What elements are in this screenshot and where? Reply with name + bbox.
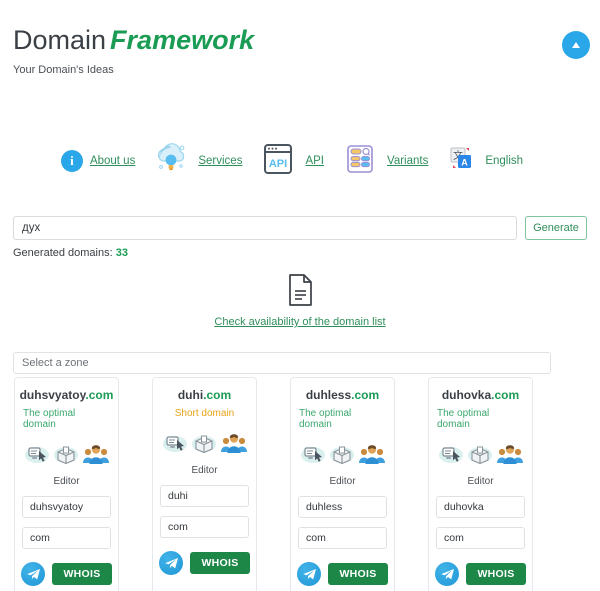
arrow-up-icon — [572, 42, 580, 48]
domain-card[interactable]: duhi.com Short domain Editor duhi com WH… — [152, 377, 257, 591]
domain-card-icons — [24, 443, 110, 470]
domain-name-input[interactable] — [436, 496, 525, 518]
api-browser-icon: API — [258, 139, 298, 184]
people-group-icon — [358, 443, 386, 470]
domain-zone-input[interactable] — [298, 527, 387, 549]
package-box-icon — [467, 443, 493, 470]
editor-label: Editor — [191, 465, 218, 476]
scroll-to-top-button[interactable] — [562, 31, 590, 59]
domain-name: duhovka.com — [442, 388, 519, 402]
domain-name: duhsvyatoy.com — [20, 388, 114, 402]
nav-label-language[interactable]: English — [485, 155, 523, 167]
domain-note: The optimal domain — [23, 408, 76, 430]
domain-card-list: duhsvyatoy.com The optimal domain Editor — [14, 377, 586, 591]
generated-count-value: 33 — [115, 247, 128, 259]
nav-label-about[interactable]: About us — [90, 155, 135, 167]
domain-card[interactable]: duhovka.com The optimal domain Editor du… — [428, 377, 533, 591]
domain-name-input[interactable] — [160, 485, 249, 507]
document-lines-icon — [284, 272, 316, 313]
whois-button[interactable]: WHOIS — [328, 563, 388, 585]
whois-button[interactable]: WHOIS — [52, 563, 112, 585]
check-availability-block: Check availability of the domain list — [0, 272, 600, 328]
domain-note: Short domain — [174, 408, 235, 419]
search-row: Generate — [13, 216, 587, 240]
search-input[interactable] — [13, 216, 517, 240]
domain-name-input[interactable] — [22, 496, 111, 518]
editor-label: Editor — [467, 476, 494, 487]
domain-name-text: duhless — [305, 388, 352, 402]
domain-tld: .com — [351, 388, 380, 402]
domain-name-text: duhovka — [441, 388, 492, 402]
domain-card-actions: WHOIS — [21, 562, 112, 586]
nav-item-about[interactable]: i About us — [60, 136, 151, 186]
domain-name: duhless.com — [306, 388, 379, 402]
domain-name: duhi.com — [178, 388, 231, 402]
nav-item-language[interactable]: 文 A English — [444, 136, 539, 186]
svg-text:A: A — [462, 157, 469, 167]
info-circle-icon: i — [60, 150, 83, 172]
domain-name-text: duhsvyatoy — [19, 388, 86, 402]
generate-button[interactable]: Generate — [525, 216, 587, 240]
telegram-icon[interactable] — [21, 562, 46, 586]
package-box-icon — [329, 443, 355, 470]
brand-word-2: Framework — [110, 25, 255, 55]
domain-zone-input[interactable] — [436, 527, 525, 549]
list-search-icon — [340, 139, 380, 184]
click-cursor-icon — [438, 443, 464, 470]
people-group-icon — [220, 432, 248, 459]
domain-card[interactable]: duhsvyatoy.com The optimal domain Editor — [14, 377, 119, 591]
domain-note: The optimal domain — [437, 408, 490, 430]
nav-item-services[interactable]: Services — [151, 136, 258, 186]
click-cursor-icon — [162, 432, 188, 459]
editor-label: Editor — [53, 476, 80, 487]
domain-note: The optimal domain — [299, 408, 352, 430]
zone-select-placeholder: Select a zone — [22, 357, 89, 369]
domain-tld: .com — [85, 388, 114, 402]
domain-card-actions: WHOIS — [435, 562, 526, 586]
domain-card-actions: WHOIS — [159, 551, 250, 575]
page-root: Domain Framework Your Domain's Ideas i Ab… — [0, 0, 600, 591]
people-group-icon — [82, 443, 110, 470]
click-cursor-icon — [300, 443, 326, 470]
nav-label-api[interactable]: API — [305, 155, 324, 167]
generated-count: Generated domains: 33 — [13, 247, 128, 259]
nav-item-variants[interactable]: Variants — [340, 136, 444, 186]
domain-tld: .com — [491, 388, 520, 402]
nav-item-api[interactable]: API API — [258, 136, 340, 186]
telegram-icon[interactable] — [435, 562, 460, 586]
cloud-idea-icon — [151, 139, 191, 184]
domain-card-actions: WHOIS — [297, 562, 388, 586]
domain-card-icons — [162, 432, 248, 459]
check-availability-link[interactable]: Check availability of the domain list — [0, 316, 600, 328]
telegram-icon[interactable] — [297, 562, 322, 586]
telegram-icon[interactable] — [159, 551, 184, 575]
domain-name-text: duhi — [177, 388, 204, 402]
brand-word-1: Domain — [13, 25, 107, 55]
svg-text:API: API — [269, 158, 287, 170]
generated-count-label: Generated domains: — [13, 247, 113, 259]
domain-card-icons — [300, 443, 386, 470]
whois-button[interactable]: WHOIS — [190, 552, 250, 574]
page-title: Domain Framework — [13, 27, 254, 54]
translate-icon: 文 A — [444, 142, 478, 181]
package-box-icon — [191, 432, 217, 459]
domain-card[interactable]: duhless.com The optimal domain Editor du… — [290, 377, 395, 591]
tagline: Your Domain's Ideas — [13, 64, 114, 76]
domain-zone-input[interactable] — [22, 527, 111, 549]
domain-card-icons — [438, 443, 524, 470]
domain-name-input[interactable] — [298, 496, 387, 518]
domain-zone-input[interactable] — [160, 516, 249, 538]
nav-label-services[interactable]: Services — [198, 155, 242, 167]
editor-label: Editor — [329, 476, 356, 487]
zone-select[interactable]: Select a zone — [13, 352, 551, 374]
nav-label-variants[interactable]: Variants — [387, 155, 428, 167]
package-box-icon — [53, 443, 79, 470]
page-header: Domain Framework Your Domain's Ideas — [0, 0, 600, 96]
domain-tld: .com — [203, 388, 232, 402]
click-cursor-icon — [24, 443, 50, 470]
whois-button[interactable]: WHOIS — [466, 563, 526, 585]
main-nav: i About us Services API API Variants A E… — [0, 136, 600, 186]
people-group-icon — [496, 443, 524, 470]
